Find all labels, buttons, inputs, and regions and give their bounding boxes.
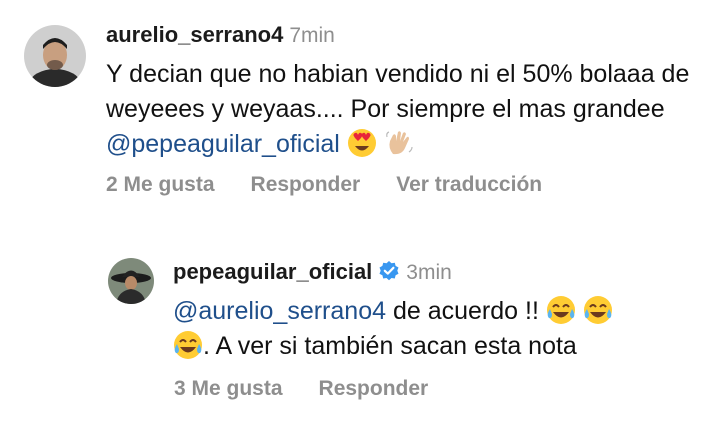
comment-header: aurelio_serrano4 7min [106,22,335,48]
reply-header: pepeaguilar_oficial 3min [173,259,452,285]
waving-hand-emoji [384,128,414,158]
reply-mention-link[interactable]: @aurelio_serrano4 [173,297,386,325]
translate-button[interactable]: Ver traducción [396,173,542,196]
reply-reply-button[interactable]: Responder [319,377,429,400]
comment-reply-button[interactable]: Responder [251,173,361,196]
reply-username[interactable]: pepeaguilar_oficial [173,259,372,284]
replier-avatar[interactable] [108,258,154,304]
reply-actions: 3 Me gusta Responder [174,377,464,401]
comment-username[interactable]: aurelio_serrano4 [106,22,283,47]
comment-actions: 2 Me gusta Responder Ver traducción [106,173,578,197]
verified-badge-icon [378,260,400,282]
commenter-avatar[interactable] [24,25,86,87]
comment-text: Y decian que no habian vendido ni el 50%… [106,60,690,158]
mention-link[interactable]: @pepeaguilar_oficial [106,130,340,158]
reply-text: @aurelio_serrano4 de acuerdo !! . A ver … [173,294,703,364]
comment-likes-count[interactable]: 2 Me gusta [106,173,215,196]
reply-timestamp: 3min [406,261,452,284]
tears-of-joy-emoji [173,330,203,360]
tears-of-joy-emoji [583,295,613,325]
reply-likes-count[interactable]: 3 Me gusta [174,377,283,400]
comment-timestamp: 7min [289,24,335,47]
heart-eyes-emoji [347,128,377,158]
tears-of-joy-emoji [546,295,576,325]
